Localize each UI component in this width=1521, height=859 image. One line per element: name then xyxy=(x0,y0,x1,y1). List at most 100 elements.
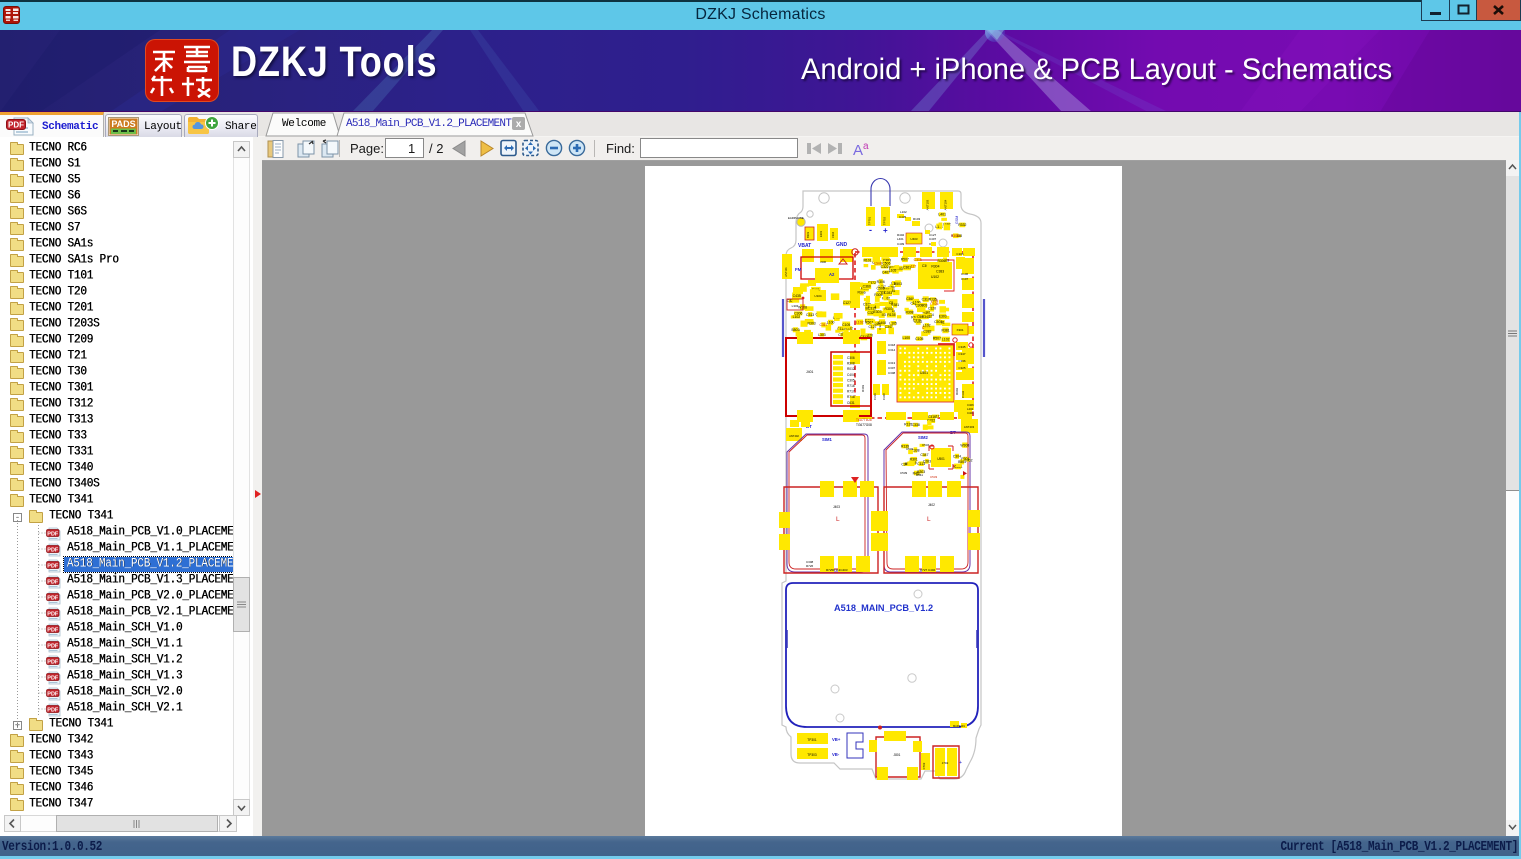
svg-text:+: + xyxy=(959,760,962,766)
svg-text:C313: C313 xyxy=(806,313,814,317)
svg-text:C347: C347 xyxy=(920,453,928,457)
svg-text:GND: GND xyxy=(836,242,848,248)
svg-text:R725R313C403: R725R313C403 xyxy=(826,568,848,572)
svg-text:SIM1: SIM1 xyxy=(822,437,832,442)
svg-text:L: L xyxy=(836,516,840,523)
svg-text:C404: C404 xyxy=(847,373,855,377)
svg-text:L401: L401 xyxy=(938,213,946,217)
svg-text:MARK101: MARK101 xyxy=(953,724,965,728)
svg-text:C283: C283 xyxy=(923,460,931,464)
svg-text:L102: L102 xyxy=(923,324,931,328)
svg-text:C703: C703 xyxy=(922,762,926,769)
svg-text:C338: C338 xyxy=(912,423,920,427)
svg-text:TG677G08: TG677G08 xyxy=(856,423,872,427)
svg-text:U102: U102 xyxy=(931,275,939,279)
svg-text:C503: C503 xyxy=(934,320,942,324)
svg-text:R012: R012 xyxy=(847,367,855,371)
svg-text:R332: R332 xyxy=(958,223,966,227)
svg-text:VB+: VB+ xyxy=(832,737,841,742)
svg-text:C409: C409 xyxy=(897,242,905,246)
svg-text:C534: C534 xyxy=(922,443,930,447)
svg-text:C328: C328 xyxy=(882,393,886,400)
svg-text:C319: C319 xyxy=(873,393,877,400)
svg-text:R341: R341 xyxy=(922,315,930,319)
svg-text:R902: R902 xyxy=(955,387,959,395)
svg-text:C435: C435 xyxy=(899,215,907,219)
svg-text:E303: E303 xyxy=(874,310,882,314)
svg-text:PADS: PADS xyxy=(111,119,135,129)
svg-text:R727 C402: R727 C402 xyxy=(920,568,936,572)
svg-text:U501: U501 xyxy=(937,457,945,461)
svg-text:C383: C383 xyxy=(923,330,931,334)
svg-text:L100: L100 xyxy=(903,336,911,340)
svg-text:TP701: TP701 xyxy=(868,216,872,225)
svg-text:R308: R308 xyxy=(905,310,913,314)
svg-text:C325: C325 xyxy=(958,366,966,370)
svg-text:C506: C506 xyxy=(877,287,885,291)
svg-text:C105: C105 xyxy=(915,337,923,341)
svg-text:B503: B503 xyxy=(894,282,902,286)
svg-text:A: A xyxy=(853,142,863,157)
svg-text:ANT403: ANT403 xyxy=(964,425,975,429)
svg-text:R511: R511 xyxy=(916,473,923,477)
svg-text:U104: U104 xyxy=(814,294,822,298)
svg-text:J401: J401 xyxy=(806,370,813,374)
svg-text:R101: R101 xyxy=(863,258,871,262)
svg-text:R717: R717 xyxy=(847,390,855,394)
svg-text:R308: R308 xyxy=(847,362,855,366)
svg-text:R303: R303 xyxy=(951,234,959,238)
svg-text:ANT402: ANT402 xyxy=(789,434,799,438)
svg-text:C322: C322 xyxy=(881,265,889,269)
svg-text:+: + xyxy=(883,226,888,235)
svg-text:R304: R304 xyxy=(931,265,939,269)
svg-text:-: - xyxy=(869,225,872,235)
svg-text:C345: C345 xyxy=(958,345,966,349)
svg-text:R716: R716 xyxy=(847,384,855,388)
svg-text:C532: C532 xyxy=(906,447,914,451)
svg-text:C347: C347 xyxy=(958,352,966,356)
svg-text:L401: L401 xyxy=(897,237,904,241)
svg-text:R403: R403 xyxy=(861,384,865,392)
svg-text:R306: R306 xyxy=(937,259,945,263)
svg-text:J702: J702 xyxy=(942,761,949,765)
svg-text:R303: R303 xyxy=(808,321,816,325)
svg-text:TP301: TP301 xyxy=(807,738,817,742)
svg-text:C361: C361 xyxy=(903,266,911,270)
svg-text:R718: R718 xyxy=(847,395,855,399)
svg-text:C319: C319 xyxy=(913,319,921,323)
svg-text:C306: C306 xyxy=(847,356,855,360)
svg-text:A2: A2 xyxy=(829,272,835,277)
svg-text:VB-: VB- xyxy=(832,752,840,757)
svg-text:R301: R301 xyxy=(910,458,918,462)
svg-text:R381: R381 xyxy=(942,329,950,333)
svg-text:C105: C105 xyxy=(842,323,850,327)
svg-text:L303: L303 xyxy=(818,333,826,337)
svg-text:L102: L102 xyxy=(942,338,950,342)
svg-text:J402: J402 xyxy=(928,503,935,507)
svg-text:C332: C332 xyxy=(961,390,965,398)
svg-text:C304: C304 xyxy=(953,455,961,459)
svg-text:C360: C360 xyxy=(863,284,871,288)
svg-text:C307: C307 xyxy=(888,366,896,370)
svg-text:R507: R507 xyxy=(933,337,941,341)
svg-text:L102: L102 xyxy=(900,210,907,214)
svg-text:C533: C533 xyxy=(930,475,938,479)
svg-text:B303: B303 xyxy=(806,231,810,238)
svg-text:SIM2: SIM2 xyxy=(918,435,928,440)
svg-text:C631: C631 xyxy=(847,401,855,405)
svg-text:TP703: TP703 xyxy=(883,216,887,225)
svg-text:L303: L303 xyxy=(792,304,799,308)
svg-text:ANT101: ANT101 xyxy=(784,267,788,277)
svg-text:J801: J801 xyxy=(894,753,901,757)
svg-text:C401: C401 xyxy=(967,411,974,415)
svg-text:C105: C105 xyxy=(956,252,964,256)
svg-text:C539: C539 xyxy=(900,471,908,475)
svg-text:C305: C305 xyxy=(847,378,855,382)
svg-text:C313: C313 xyxy=(888,361,896,365)
svg-text:R103: R103 xyxy=(913,217,921,221)
svg-text:C317: C317 xyxy=(922,298,930,302)
svg-text:C127: C127 xyxy=(868,325,876,329)
svg-text:C120: C120 xyxy=(928,306,936,310)
svg-text:R303: R303 xyxy=(885,307,893,311)
svg-text:EARPHONE: EARPHONE xyxy=(788,216,804,220)
